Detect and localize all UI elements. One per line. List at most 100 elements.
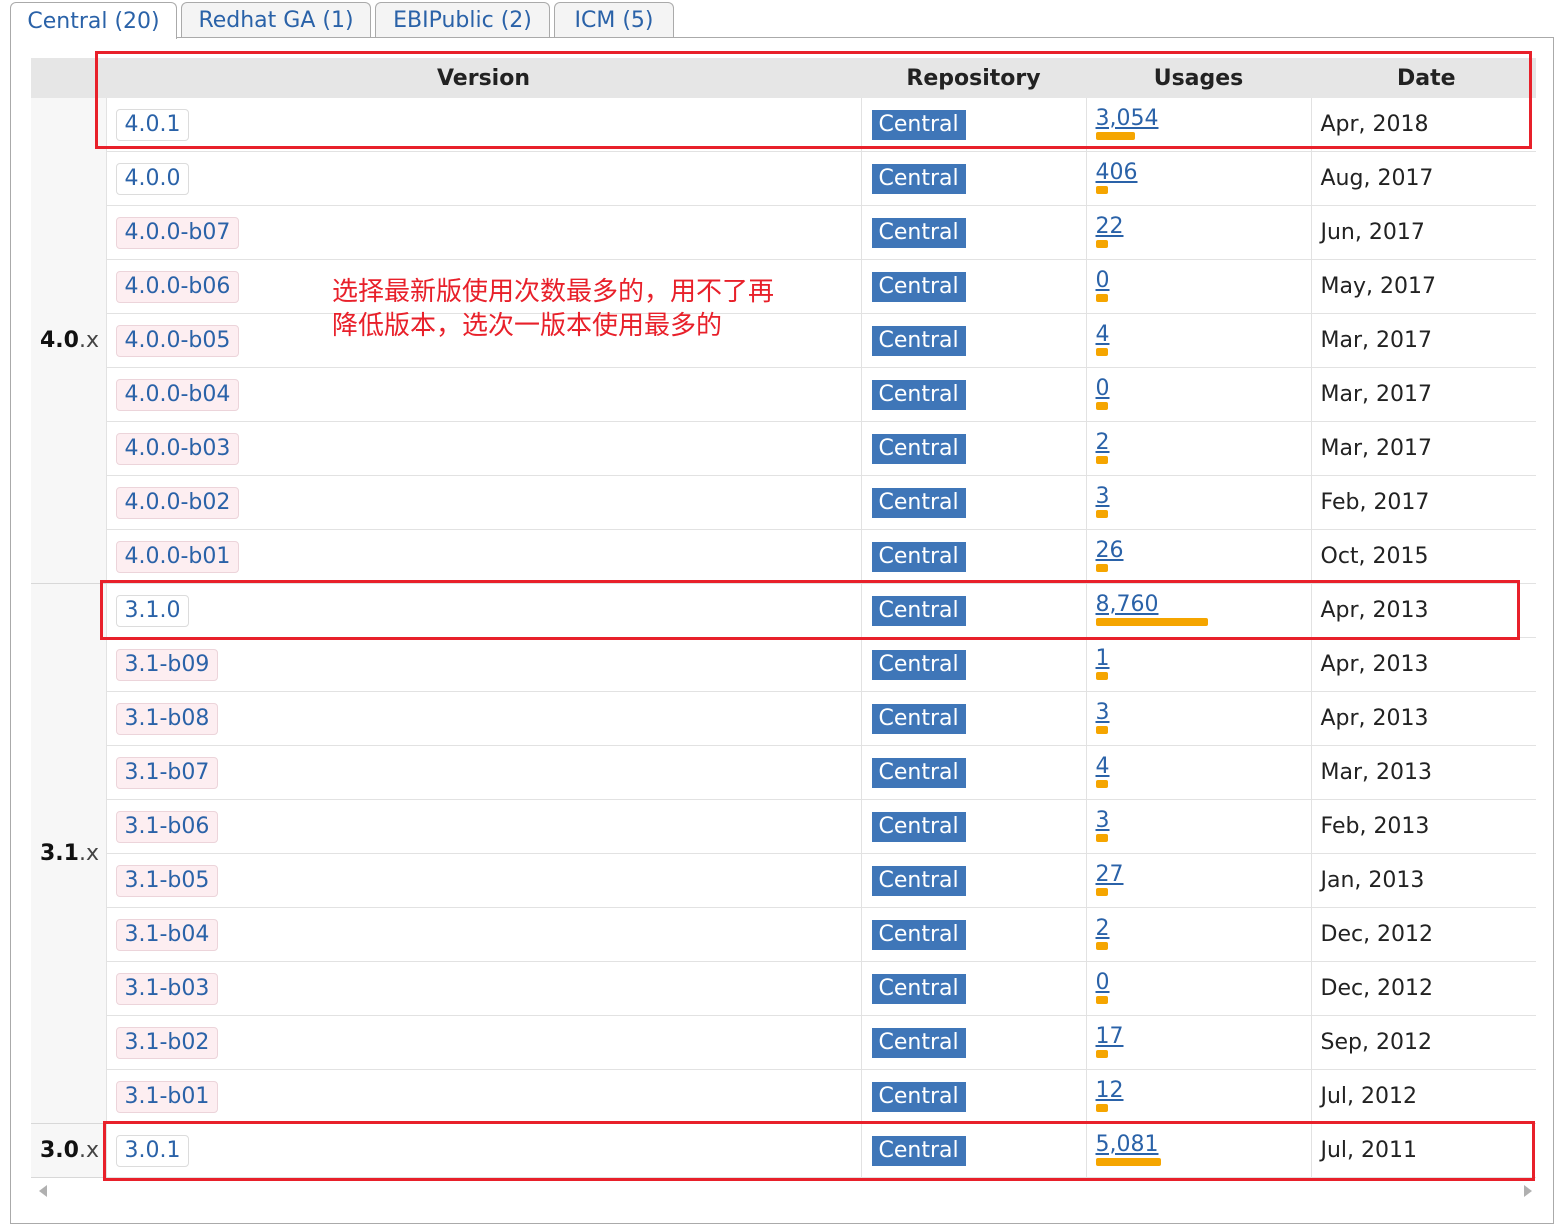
repository-badge[interactable]: Central bbox=[871, 163, 966, 194]
version-link[interactable]: 4.0.0-b03 bbox=[115, 432, 240, 465]
repository-badge[interactable]: Central bbox=[871, 379, 966, 410]
repository-badge[interactable]: Central bbox=[871, 973, 966, 1004]
usages-link[interactable]: 3,054 bbox=[1096, 106, 1159, 132]
usages-link[interactable]: 0 bbox=[1096, 376, 1110, 402]
chevron-right-icon[interactable] bbox=[1524, 1185, 1532, 1197]
date-cell: Jan, 2013 bbox=[1311, 853, 1536, 908]
usages-link[interactable]: 3 bbox=[1096, 484, 1110, 510]
horizontal-scrollbar[interactable] bbox=[31, 1183, 1536, 1201]
version-link[interactable]: 4.0.0-b01 bbox=[115, 540, 240, 573]
version-link[interactable]: 3.1-b07 bbox=[115, 756, 219, 789]
tab-central[interactable]: Central (20) bbox=[10, 2, 177, 39]
usages-link[interactable]: 406 bbox=[1096, 160, 1138, 186]
repository-badge[interactable]: Central bbox=[871, 1027, 966, 1058]
tab-icm[interactable]: ICM (5) bbox=[554, 2, 674, 38]
usages-link[interactable]: 12 bbox=[1096, 1078, 1124, 1104]
usage-bar bbox=[1095, 347, 1108, 356]
usages-link[interactable]: 2 bbox=[1096, 916, 1110, 942]
version-link[interactable]: 4.0.0-b02 bbox=[115, 486, 240, 519]
repository-badge[interactable]: Central bbox=[871, 433, 966, 464]
repository-badge[interactable]: Central bbox=[871, 865, 966, 896]
repository-badge[interactable]: Central bbox=[871, 649, 966, 680]
version-link[interactable]: 3.0.1 bbox=[115, 1134, 190, 1167]
repository-badge[interactable]: Central bbox=[871, 1081, 966, 1112]
date-cell: Apr, 2013 bbox=[1311, 583, 1536, 638]
repository-badge[interactable]: Central bbox=[871, 595, 966, 626]
repository-cell: Central bbox=[861, 367, 1087, 422]
repository-cell: Central bbox=[861, 961, 1087, 1016]
version-link[interactable]: 4.0.1 bbox=[115, 108, 190, 141]
usages-cell: 2 bbox=[1086, 907, 1312, 962]
usage-bar bbox=[1095, 887, 1108, 896]
version-link[interactable]: 3.1.0 bbox=[115, 594, 190, 627]
repository-cell: Central bbox=[861, 637, 1087, 692]
usages-link[interactable]: 22 bbox=[1096, 214, 1124, 240]
usages-link[interactable]: 8,760 bbox=[1096, 592, 1208, 618]
version-cell: 4.0.1 bbox=[106, 98, 862, 152]
usages-link[interactable]: 0 bbox=[1096, 268, 1110, 294]
repository-badge[interactable]: Central bbox=[871, 271, 966, 302]
repository-badge[interactable]: Central bbox=[871, 703, 966, 734]
group-suffix: .x bbox=[78, 1138, 99, 1163]
version-link[interactable]: 4.0.0 bbox=[115, 162, 190, 195]
usage-bar bbox=[1095, 563, 1108, 572]
version-group-label: 3.1.x bbox=[31, 583, 107, 1124]
usages-cell: 26 bbox=[1086, 529, 1312, 584]
repository-cell: Central bbox=[861, 583, 1087, 638]
version-link[interactable]: 3.1-b06 bbox=[115, 810, 219, 843]
repository-badge[interactable]: Central bbox=[871, 919, 966, 950]
repository-badge[interactable]: Central bbox=[871, 541, 966, 572]
version-link[interactable]: 3.1-b05 bbox=[115, 864, 219, 897]
usages-cell: 27 bbox=[1086, 853, 1312, 908]
repository-badge[interactable]: Central bbox=[871, 757, 966, 788]
usages-link[interactable]: 4 bbox=[1096, 754, 1110, 780]
date-cell: Oct, 2015 bbox=[1311, 529, 1536, 584]
date-cell: Dec, 2012 bbox=[1311, 961, 1536, 1016]
date-cell: Jul, 2011 bbox=[1311, 1123, 1536, 1178]
version-link[interactable]: 4.0.0-b05 bbox=[115, 324, 240, 357]
usages-cell: 0 bbox=[1086, 961, 1312, 1016]
usages-link[interactable]: 3 bbox=[1096, 808, 1110, 834]
repository-badge[interactable]: Central bbox=[871, 1135, 966, 1166]
repository-badge[interactable]: Central bbox=[871, 217, 966, 248]
version-link[interactable]: 3.1-b03 bbox=[115, 972, 219, 1005]
header-group bbox=[31, 58, 106, 98]
version-cell: 3.1.0 bbox=[106, 583, 862, 638]
usages-link[interactable]: 4 bbox=[1096, 322, 1110, 348]
repository-badge[interactable]: Central bbox=[871, 325, 966, 356]
repository-cell: Central bbox=[861, 1015, 1087, 1070]
chevron-left-icon[interactable] bbox=[39, 1185, 47, 1197]
version-link[interactable]: 3.1-b09 bbox=[115, 648, 219, 681]
tab-ebipublic[interactable]: EBIPublic (2) bbox=[375, 2, 550, 38]
date-cell: Sep, 2012 bbox=[1311, 1015, 1536, 1070]
usages-link[interactable]: 5,081 bbox=[1096, 1132, 1161, 1158]
usage-bar bbox=[1095, 293, 1108, 302]
version-link[interactable]: 3.1-b04 bbox=[115, 918, 219, 951]
version-link[interactable]: 3.1-b01 bbox=[115, 1080, 219, 1113]
usages-link[interactable]: 1 bbox=[1096, 646, 1110, 672]
usage-bar bbox=[1095, 671, 1108, 680]
table-row: 3.1-b02 Central 17 Sep, 2012 bbox=[31, 1015, 1536, 1070]
repository-badge[interactable]: Central bbox=[871, 811, 966, 842]
version-cell: 3.1-b09 bbox=[106, 637, 862, 692]
usages-link[interactable]: 27 bbox=[1096, 862, 1124, 888]
usages-link[interactable]: 17 bbox=[1096, 1024, 1124, 1050]
usages-link[interactable]: 0 bbox=[1096, 970, 1110, 996]
repository-cell: Central bbox=[861, 259, 1087, 314]
usages-link[interactable]: 2 bbox=[1096, 430, 1110, 456]
usages-cell: 3,054 bbox=[1086, 98, 1312, 152]
usages-link[interactable]: 26 bbox=[1096, 538, 1124, 564]
version-link[interactable]: 3.1-b08 bbox=[115, 702, 219, 735]
usage-bar bbox=[1095, 779, 1108, 788]
repository-badge[interactable]: Central bbox=[871, 109, 966, 140]
group-major: 4.0 bbox=[40, 328, 79, 353]
version-link[interactable]: 4.0.0-b06 bbox=[115, 270, 240, 303]
version-link[interactable]: 3.1-b02 bbox=[115, 1026, 219, 1059]
tab-redhat-ga[interactable]: Redhat GA (1) bbox=[181, 2, 371, 38]
version-link[interactable]: 4.0.0-b07 bbox=[115, 216, 240, 249]
usages-link[interactable]: 3 bbox=[1096, 700, 1110, 726]
version-cell: 4.0.0 bbox=[106, 151, 862, 206]
repository-badge[interactable]: Central bbox=[871, 487, 966, 518]
version-link[interactable]: 4.0.0-b04 bbox=[115, 378, 240, 411]
table-row: 4.0.0-b02 Central 3 Feb, 2017 bbox=[31, 475, 1536, 530]
